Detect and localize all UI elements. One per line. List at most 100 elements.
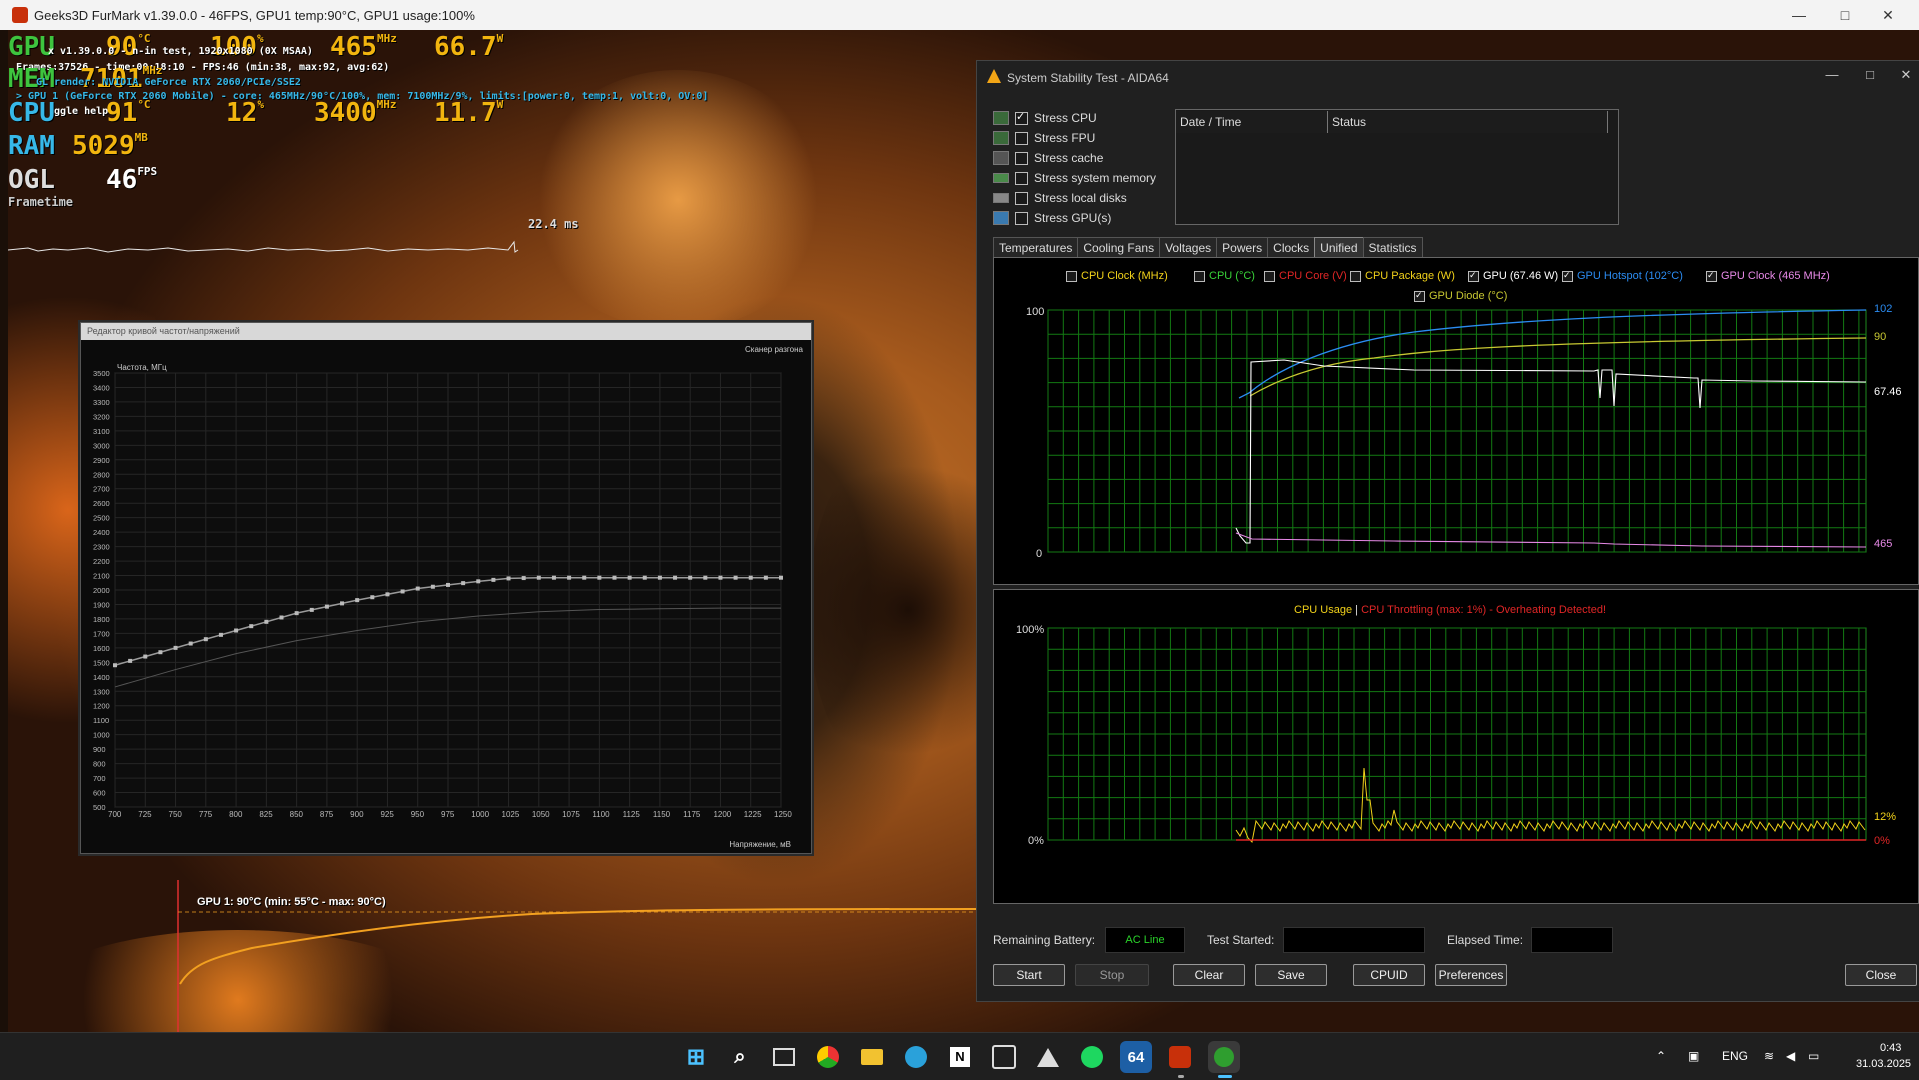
aida-maximize-icon[interactable]: □ xyxy=(1855,67,1885,87)
language-indicator[interactable]: ENG xyxy=(1722,1049,1748,1063)
vf-curve-point[interactable] xyxy=(748,575,753,580)
clear-button[interactable]: Clear xyxy=(1173,964,1245,986)
stress-memory-row[interactable]: Stress system memory xyxy=(993,169,1156,187)
telegram-icon[interactable] xyxy=(900,1041,932,1073)
battery-icon[interactable]: ▭ xyxy=(1808,1049,1819,1063)
clock-date[interactable]: 31.03.2025 xyxy=(1856,1058,1911,1070)
vf-curve-point[interactable] xyxy=(612,575,617,580)
search-icon[interactable]: ⌕ xyxy=(724,1041,756,1073)
tab-temperatures[interactable]: Temperatures xyxy=(993,237,1079,258)
tab-powers[interactable]: Powers xyxy=(1216,237,1269,258)
stress-cpu-row[interactable]: Stress CPU xyxy=(993,109,1097,127)
stress-fpu-checkbox[interactable] xyxy=(1015,131,1028,145)
vf-curve-point[interactable] xyxy=(551,575,556,580)
stress-cache-checkbox[interactable] xyxy=(1015,151,1028,165)
preferences-button[interactable]: Preferences xyxy=(1435,964,1507,986)
stress-disks-checkbox[interactable] xyxy=(1015,191,1028,205)
vf-curve-point[interactable] xyxy=(476,579,481,584)
tab-clocks[interactable]: Clocks xyxy=(1267,237,1316,258)
vf-curve-point[interactable] xyxy=(673,575,678,580)
vf-curve-point[interactable] xyxy=(491,577,496,582)
stop-button[interactable]: Stop xyxy=(1075,964,1149,986)
aida-close-icon[interactable]: ✕ xyxy=(1891,67,1919,87)
vf-curve-point[interactable] xyxy=(597,575,602,580)
vf-curve-point[interactable] xyxy=(203,637,208,642)
tab-statistics[interactable]: Statistics xyxy=(1362,237,1423,258)
vf-curve-point[interactable] xyxy=(158,650,163,655)
vf-curve-point[interactable] xyxy=(627,575,632,580)
vf-curve-point[interactable] xyxy=(370,595,375,600)
vf-curve-chart[interactable]: 700 725 750 775 800 825 850 875 900 925 950 975 1000… xyxy=(81,323,811,853)
close-button[interactable]: Close xyxy=(1845,964,1917,986)
vf-curve-point[interactable] xyxy=(779,575,783,580)
vf-curve-point[interactable] xyxy=(173,645,178,650)
stress-cpu-checkbox[interactable] xyxy=(1015,110,1028,125)
tab-cooling-fans[interactable]: Cooling Fans xyxy=(1077,237,1161,258)
stress-cache-row[interactable]: Stress cache xyxy=(993,149,1103,167)
vf-curve-point[interactable] xyxy=(733,575,738,580)
xbox-icon[interactable] xyxy=(1208,1041,1240,1073)
aida64-icon[interactable]: 64 xyxy=(1120,1041,1152,1073)
vf-curve-point[interactable] xyxy=(324,604,329,609)
vf-curve-point[interactable] xyxy=(642,575,647,580)
vf-curve-point[interactable] xyxy=(718,575,723,580)
save-button[interactable]: Save xyxy=(1255,964,1327,986)
task-view-icon[interactable] xyxy=(768,1041,800,1073)
vf-curve-point[interactable] xyxy=(249,624,254,629)
aida-title-bar[interactable]: System Stability Test - AIDA64 — □ ✕ xyxy=(977,61,1919,93)
explorer-icon[interactable] xyxy=(856,1041,888,1073)
maximize-icon[interactable]: □ xyxy=(1825,4,1865,26)
tab-unified[interactable]: Unified xyxy=(1314,237,1364,258)
wifi-icon[interactable]: ≋ xyxy=(1764,1049,1774,1063)
vf-curve-point[interactable] xyxy=(128,658,133,663)
vf-curve-point[interactable] xyxy=(582,575,587,580)
vf-curve-point[interactable] xyxy=(400,589,405,594)
vf-curve-point[interactable] xyxy=(264,619,269,624)
tray-app-icon[interactable]: ▣ xyxy=(1688,1049,1699,1063)
notion-icon[interactable]: N xyxy=(944,1041,976,1073)
vf-curve-point[interactable] xyxy=(234,628,239,633)
stress-gpu-checkbox[interactable] xyxy=(1015,211,1028,225)
cpuid-button[interactable]: CPUID xyxy=(1353,964,1425,986)
vf-curve-point[interactable] xyxy=(385,592,390,597)
col-status[interactable]: Status xyxy=(1328,111,1608,133)
vf-curve-point[interactable] xyxy=(446,582,450,587)
app-icon[interactable] xyxy=(1032,1041,1064,1073)
vf-curve-point[interactable] xyxy=(536,575,541,580)
vf-curve-point[interactable] xyxy=(430,584,435,589)
spotify-icon[interactable] xyxy=(1076,1041,1108,1073)
start-icon[interactable]: ⊞ xyxy=(680,1041,712,1073)
vf-curve-point[interactable] xyxy=(657,575,662,580)
aida-minimize-icon[interactable]: — xyxy=(1817,67,1847,87)
vf-curve-point[interactable] xyxy=(113,663,117,668)
tab-voltages[interactable]: Voltages xyxy=(1159,237,1218,258)
chrome-icon[interactable] xyxy=(812,1041,844,1073)
vf-curve-point[interactable] xyxy=(340,601,345,606)
stress-memory-checkbox[interactable] xyxy=(1015,171,1028,185)
minimize-icon[interactable]: — xyxy=(1779,4,1819,26)
start-button[interactable]: Start xyxy=(993,964,1065,986)
vf-curve-point[interactable] xyxy=(188,641,193,646)
furmark-title-bar[interactable]: Geeks3D FurMark v1.39.0.0 - 46FPS, GPU1 … xyxy=(0,0,1919,30)
col-date-time[interactable]: Date / Time xyxy=(1176,111,1328,133)
chevron-up-icon[interactable]: ⌃ xyxy=(1656,1049,1666,1063)
vf-curve-point[interactable] xyxy=(461,581,466,586)
clock-time[interactable]: 0:43 xyxy=(1880,1042,1901,1054)
vf-curve-point[interactable] xyxy=(309,607,314,612)
vf-curve-point[interactable] xyxy=(143,654,148,659)
vf-curve-point[interactable] xyxy=(521,576,526,581)
vf-curve-point[interactable] xyxy=(688,575,693,580)
vf-curve-point[interactable] xyxy=(763,575,768,580)
vf-curve-point[interactable] xyxy=(294,611,299,616)
furmark-icon[interactable] xyxy=(1164,1041,1196,1073)
volume-icon[interactable]: ◀ xyxy=(1786,1049,1795,1063)
close-icon[interactable]: ✕ xyxy=(1868,4,1908,26)
stress-gpu-row[interactable]: Stress GPU(s) xyxy=(993,209,1111,227)
vf-curve-point[interactable] xyxy=(355,598,360,603)
vf-curve-point[interactable] xyxy=(279,615,284,620)
vf-curve-point[interactable] xyxy=(567,575,572,580)
vf-curve-point[interactable] xyxy=(415,586,420,591)
vf-curve-point[interactable] xyxy=(218,632,223,637)
stress-fpu-row[interactable]: Stress FPU xyxy=(993,129,1095,147)
stress-disks-row[interactable]: Stress local disks xyxy=(993,189,1127,207)
